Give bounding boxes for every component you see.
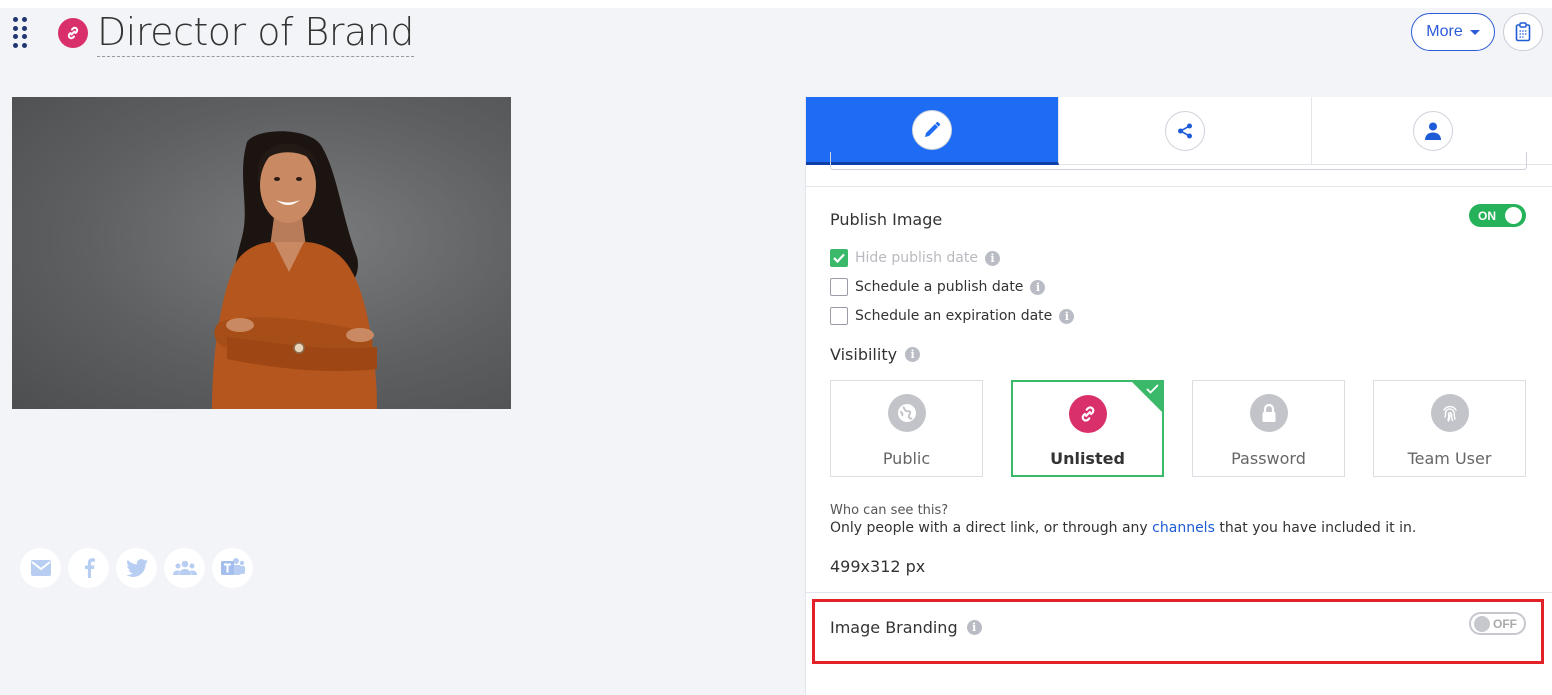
visibility-heading: Visibility i <box>830 345 921 364</box>
lock-icon <box>1249 394 1288 432</box>
toggle-knob <box>1505 207 1522 224</box>
schedule-expiration-label: Schedule an expiration date <box>855 308 1053 324</box>
channels-link[interactable]: channels <box>1152 520 1215 536</box>
page-title[interactable]: Director of Brand <box>97 9 414 57</box>
teams-icon <box>220 558 245 575</box>
branding-toggle-text: OFF <box>1493 616 1517 631</box>
twitter-share-button[interactable] <box>116 548 157 588</box>
image-branding-toggle[interactable]: OFF <box>1469 612 1526 635</box>
visibility-unlisted-option[interactable]: Unlisted <box>1011 380 1164 477</box>
fingerprint-icon <box>1430 394 1469 432</box>
password-label: Password <box>1231 449 1306 468</box>
people-icon <box>172 560 197 575</box>
publish-toggle-text: ON <box>1478 208 1496 223</box>
twitter-icon <box>125 559 148 577</box>
more-label: More <box>1426 23 1463 40</box>
info-icon[interactable]: i <box>966 620 982 635</box>
who-can-see-label: Who can see this? <box>830 503 949 518</box>
visibility-description: Only people with a direct link, or throu… <box>830 520 1416 536</box>
info-icon[interactable]: i <box>984 250 1000 266</box>
teams-share-button[interactable] <box>212 548 253 588</box>
email-icon <box>30 560 51 576</box>
check-icon <box>1146 384 1159 394</box>
unlisted-label: Unlisted <box>1050 449 1125 468</box>
social-share-bar <box>20 548 253 588</box>
toggle-knob <box>1474 616 1490 632</box>
more-button[interactable]: More <box>1411 13 1495 51</box>
publish-image-label: Publish Image <box>830 210 943 229</box>
info-icon[interactable]: i <box>1059 308 1075 324</box>
divider <box>806 592 1552 593</box>
divider <box>806 186 1552 187</box>
check-icon <box>833 253 845 263</box>
publish-image-toggle[interactable]: ON <box>1469 204 1526 227</box>
facebook-share-button[interactable] <box>68 548 109 588</box>
info-icon[interactable]: i <box>905 347 921 362</box>
hide-publish-date-label: Hide publish date <box>855 250 978 266</box>
schedule-publish-row[interactable]: Schedule a publish date i <box>830 278 1046 296</box>
schedule-expiration-checkbox[interactable] <box>830 307 848 325</box>
visibility-password-option[interactable]: Password <box>1192 380 1345 477</box>
link-icon <box>58 18 88 48</box>
public-label: Public <box>882 449 931 468</box>
email-share-button[interactable] <box>20 548 61 588</box>
drag-handle-icon[interactable] <box>13 17 27 49</box>
pencil-icon <box>912 109 952 150</box>
hide-publish-date-row[interactable]: Hide publish date i <box>830 249 1000 267</box>
preview-image <box>12 97 511 409</box>
schedule-publish-checkbox[interactable] <box>830 278 848 296</box>
clipboard-icon <box>1515 22 1531 42</box>
visibility-label: Visibility <box>830 345 898 364</box>
image-branding-label: Image Branding <box>830 618 958 637</box>
info-icon[interactable]: i <box>1030 279 1046 295</box>
visibility-public-option[interactable]: Public <box>830 380 983 477</box>
group-share-button[interactable] <box>164 548 205 588</box>
facebook-icon <box>84 558 95 578</box>
visibility-desc-before: Only people with a direct link, or throu… <box>830 520 1153 536</box>
schedule-publish-label: Schedule a publish date <box>855 279 1024 295</box>
user-icon <box>1412 111 1453 151</box>
caret-down-icon <box>1469 30 1480 35</box>
image-dimensions: 499x312 px <box>830 557 926 576</box>
share-icon <box>1165 111 1205 151</box>
top-bar <box>0 0 1552 8</box>
settings-panel: Publish Image ON Hide publish date i Sch… <box>805 97 1552 695</box>
visibility-team-user-option[interactable]: Team User <box>1373 380 1526 477</box>
globe-icon <box>887 394 926 432</box>
visibility-desc-after: that you have included it in. <box>1214 520 1417 536</box>
link-icon <box>1068 395 1107 433</box>
clipboard-button[interactable] <box>1503 13 1543 51</box>
team-user-label: Team User <box>1407 449 1492 468</box>
description-textarea[interactable] <box>830 152 1527 170</box>
hide-publish-date-checkbox[interactable] <box>830 249 848 267</box>
image-branding-heading: Image Branding i <box>830 618 982 637</box>
schedule-expiration-row[interactable]: Schedule an expiration date i <box>830 307 1075 325</box>
